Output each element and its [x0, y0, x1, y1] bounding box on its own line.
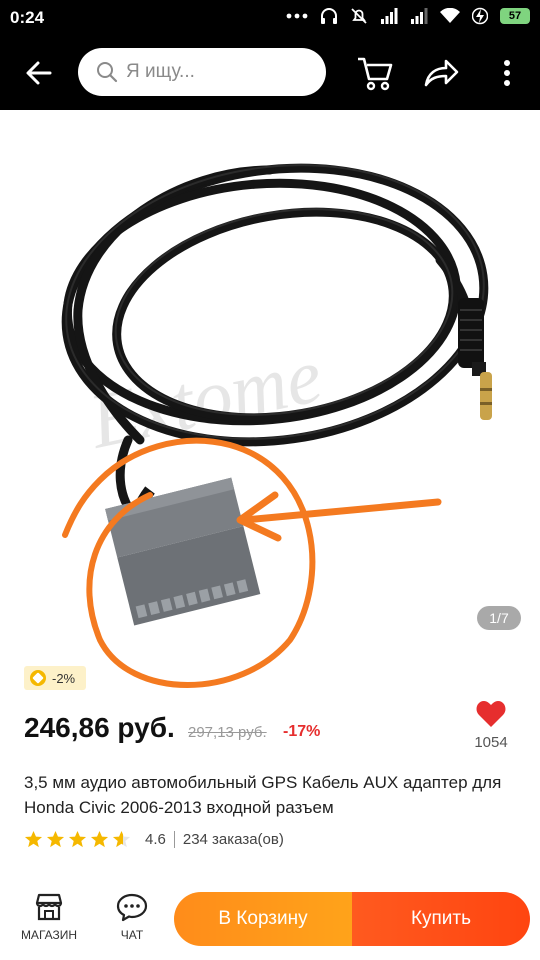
wishlist-count: 1054: [474, 734, 508, 751]
coin-icon: [30, 670, 46, 686]
store-button[interactable]: МАГАЗИН: [18, 892, 80, 942]
signal-icon: [411, 8, 428, 24]
coin-discount-text: -2%: [52, 670, 76, 686]
orders-count: 234 заказа(ов): [182, 831, 284, 848]
discount-percent: -17%: [283, 723, 321, 740]
status-icons: 57: [286, 7, 530, 25]
signal-icon: [381, 8, 398, 24]
chat-icon: [116, 893, 148, 922]
status-bar: 0:24 57: [0, 0, 540, 36]
wishlist-button[interactable]: 1054: [470, 700, 512, 751]
mute-icon: [351, 8, 367, 24]
star-icon: [68, 830, 87, 848]
rating-divider: [173, 831, 175, 848]
rating-row[interactable]: 4.6 234 заказа(ов): [24, 830, 284, 849]
more-menu-button[interactable]: [496, 54, 518, 92]
star-rating: [24, 830, 131, 849]
store-label: МАГАЗИН: [20, 928, 78, 942]
back-button[interactable]: [22, 56, 56, 90]
bolt-icon: [472, 7, 488, 25]
bottom-action-bar: МАГАЗИН ЧАТ В Корзину Купить: [0, 884, 540, 960]
image-counter: 1/7: [477, 606, 521, 630]
share-button[interactable]: [422, 57, 460, 89]
cart-icon: [358, 57, 393, 91]
chat-button[interactable]: ЧАТ: [104, 892, 160, 942]
old-price: 297,13 руб.: [188, 724, 267, 741]
more-vertical-icon: [504, 60, 510, 86]
search-icon: [97, 62, 118, 83]
product-image-gallery[interactable]: Extome 1/7: [0, 110, 540, 690]
app-bar: Я ищу...: [0, 36, 540, 110]
product-photo: Extome: [61, 163, 492, 688]
back-arrow-icon: [26, 61, 52, 85]
rating-value: 4.6: [145, 831, 166, 848]
share-icon: [424, 59, 459, 87]
wifi-icon: [440, 8, 460, 23]
search-input[interactable]: Я ищу...: [78, 48, 326, 96]
annotation-arrow: [236, 491, 442, 542]
add-to-cart-button[interactable]: В Корзину: [174, 892, 352, 946]
buy-now-button[interactable]: Купить: [352, 892, 530, 946]
chat-label: ЧАТ: [120, 928, 144, 942]
battery-icon: 57: [500, 8, 530, 24]
half-star-icon: [112, 830, 131, 848]
headphones-icon: [321, 8, 337, 24]
heart-icon: [476, 701, 506, 727]
search-placeholder: Я ищу...: [126, 61, 195, 82]
product-title: 3,5 мм аудио автомобильный GPS Кабель AU…: [24, 773, 502, 817]
star-icon: [46, 830, 65, 848]
star-icon: [24, 830, 43, 848]
more-dots-icon: [286, 13, 308, 19]
coin-discount-badge: -2%: [24, 666, 86, 690]
current-price: 246,86 руб.: [24, 712, 175, 743]
store-icon: [35, 893, 63, 921]
status-time: 0:24: [10, 8, 45, 27]
cart-button[interactable]: [356, 55, 394, 91]
star-icon: [90, 830, 109, 848]
